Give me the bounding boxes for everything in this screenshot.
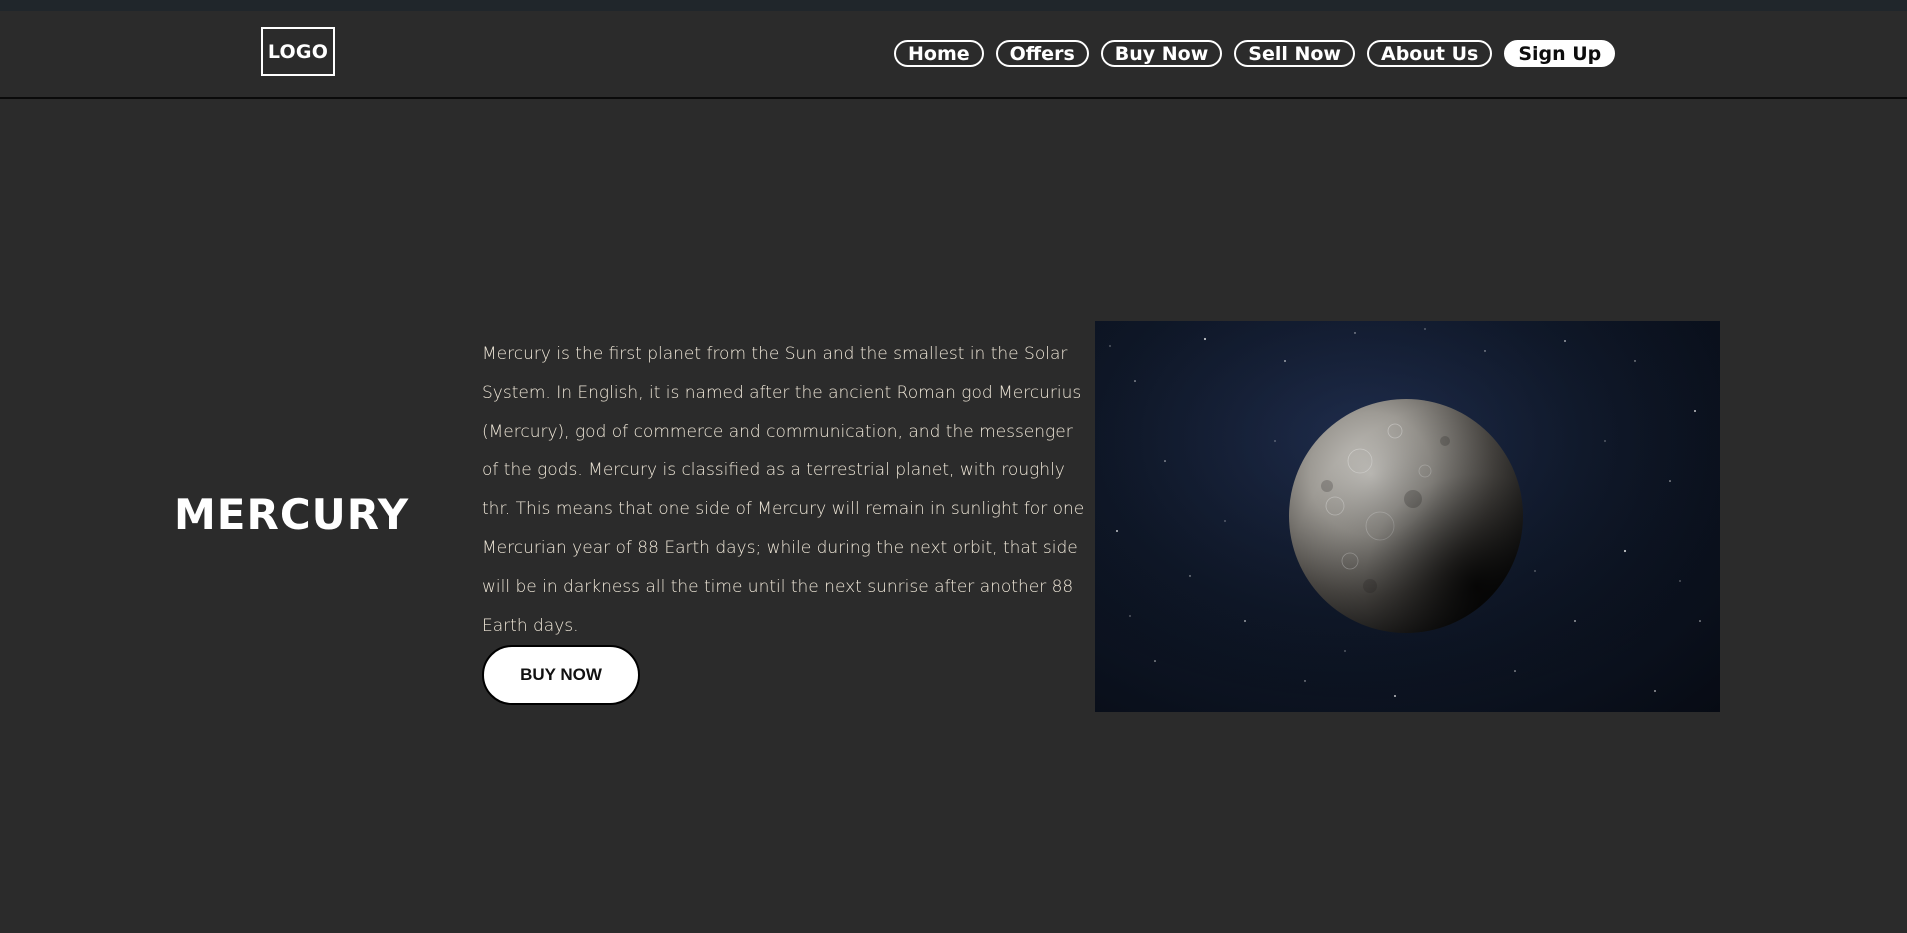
browser-top-strip: [0, 0, 1907, 11]
logo[interactable]: LOGO: [261, 27, 335, 76]
nav-sign-up-button[interactable]: Sign Up: [1504, 40, 1616, 67]
site-header: LOGO Home Offers Buy Now Sell Now About …: [0, 11, 1907, 99]
mercury-planet-image: [1095, 321, 1720, 712]
nav-home-button[interactable]: Home: [894, 40, 984, 67]
planet-description: Mercury is the first planet from the Sun…: [482, 344, 1085, 636]
planet-mercury-icon: [1095, 321, 1720, 712]
main-nav: Home Offers Buy Now Sell Now About Us Si…: [894, 40, 1616, 67]
nav-about-us-button[interactable]: About Us: [1366, 40, 1493, 67]
nav-buy-now-button[interactable]: Buy Now: [1100, 40, 1223, 67]
nav-offers-button[interactable]: Offers: [995, 40, 1089, 67]
page-title: mercury: [174, 490, 410, 539]
nav-sell-now-button[interactable]: Sell Now: [1234, 40, 1355, 67]
buy-now-button[interactable]: BUY NOW: [482, 645, 640, 705]
